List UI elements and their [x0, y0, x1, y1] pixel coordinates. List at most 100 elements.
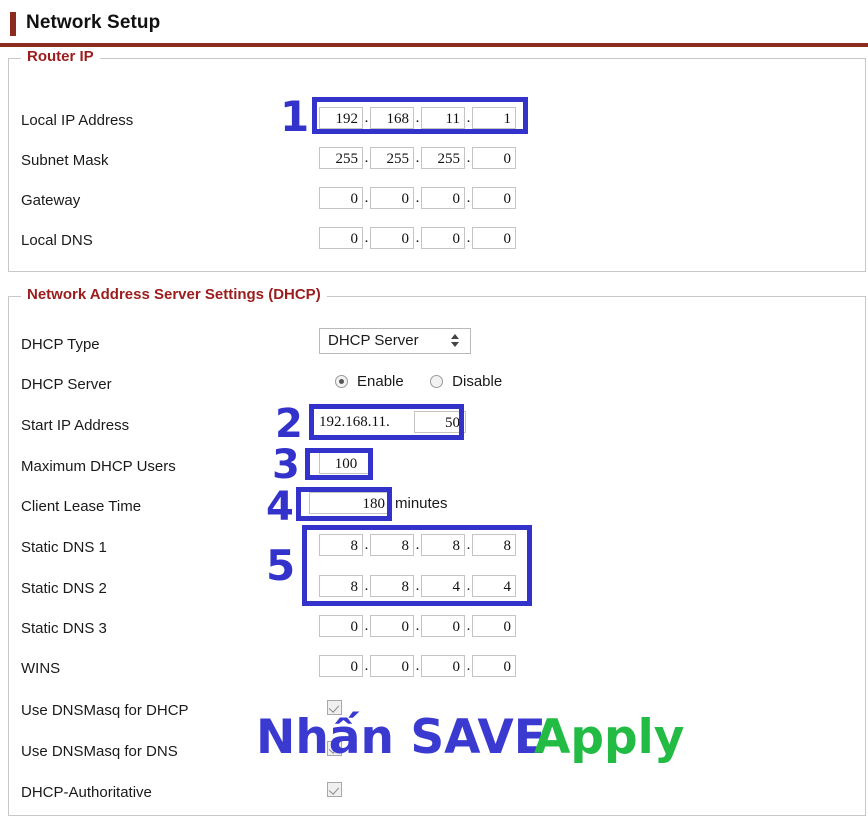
label-maximum-dhcp-users: Maximum DHCP Users: [21, 458, 176, 475]
label-client-lease-time: Client Lease Time: [21, 498, 142, 515]
page-title: Network Setup: [26, 12, 161, 33]
static-dns-1-input-group[interactable]: 8 . 8 . 8 . 8: [319, 534, 516, 556]
row-dhcp-type: DHCP Type DHCP Server: [9, 327, 865, 367]
select-stepper-icon: [451, 332, 460, 350]
label-static-dns-3: Static DNS 3: [21, 620, 107, 637]
static-dns-3-octet-2[interactable]: 0: [370, 615, 414, 637]
ip-separator-dot: .: [364, 618, 369, 634]
radio-enable-icon[interactable]: [335, 375, 348, 388]
ip-separator-dot: .: [466, 658, 471, 674]
local-dns-octet-4[interactable]: 0: [472, 227, 516, 249]
dhcp-server-disable-option[interactable]: Disable: [430, 373, 502, 390]
subnet-mask-octet-3[interactable]: 255: [421, 147, 465, 169]
ip-separator-dot: .: [364, 150, 369, 166]
row-start-ip-address: Start IP Address 192.168.11. 50: [9, 408, 865, 448]
label-start-ip-address: Start IP Address: [21, 417, 130, 434]
wins-input-group[interactable]: 0 . 0 . 0 . 0: [319, 655, 516, 677]
overlay-instruction-apply: Apply: [534, 710, 685, 765]
wins-octet-2[interactable]: 0: [370, 655, 414, 677]
start-ip-last-octet-input[interactable]: 50: [414, 411, 466, 433]
router-ip-legend: Router IP: [21, 48, 100, 65]
dhcp-type-select[interactable]: DHCP Server: [319, 328, 471, 354]
row-subnet-mask: Subnet Mask 255 . 255 . 255 . 0: [9, 143, 865, 183]
local-dns-octet-2[interactable]: 0: [370, 227, 414, 249]
ip-separator-dot: .: [364, 110, 369, 126]
row-client-lease-time: Client Lease Time 180 minutes: [9, 489, 865, 529]
ip-separator-dot: .: [466, 578, 471, 594]
label-subnet-mask: Subnet Mask: [21, 152, 109, 169]
static-dns-2-octet-2[interactable]: 8: [370, 575, 414, 597]
gateway-octet-4[interactable]: 0: [472, 187, 516, 209]
ip-separator-dot: .: [466, 537, 471, 553]
label-use-dnsmasq-for-dns: Use DNSMasq for DNS: [21, 743, 178, 760]
ip-separator-dot: .: [364, 190, 369, 206]
subnet-mask-octet-2[interactable]: 255: [370, 147, 414, 169]
ip-separator-dot: .: [415, 110, 420, 126]
static-dns-3-octet-1[interactable]: 0: [319, 615, 363, 637]
row-maximum-dhcp-users: Maximum DHCP Users 100: [9, 449, 865, 489]
wins-octet-1[interactable]: 0: [319, 655, 363, 677]
checkbox-dhcp-authoritative[interactable]: [327, 782, 342, 797]
local-ip-octet-4[interactable]: 1: [472, 107, 516, 129]
local-ip-octet-2[interactable]: 168: [370, 107, 414, 129]
title-accent-bar: [10, 12, 16, 36]
subnet-mask-input-group[interactable]: 255 . 255 . 255 . 0: [319, 147, 516, 169]
static-dns-1-octet-4[interactable]: 8: [472, 534, 516, 556]
page-header: Network Setup: [0, 0, 868, 47]
header-divider: [0, 43, 868, 47]
static-dns-3-input-group[interactable]: 0 . 0 . 0 . 0: [319, 615, 516, 637]
local-ip-address-input-group[interactable]: 192 . 168 . 11 . 1: [319, 107, 516, 129]
ip-separator-dot: .: [415, 230, 420, 246]
wins-octet-3[interactable]: 0: [421, 655, 465, 677]
ip-separator-dot: .: [415, 190, 420, 206]
dhcp-legend: Network Address Server Settings (DHCP): [21, 286, 327, 303]
label-use-dnsmasq-for-dhcp: Use DNSMasq for DHCP: [21, 702, 189, 719]
ip-separator-dot: .: [466, 110, 471, 126]
subnet-mask-octet-4[interactable]: 0: [472, 147, 516, 169]
subnet-mask-octet-1[interactable]: 255: [319, 147, 363, 169]
static-dns-3-octet-4[interactable]: 0: [472, 615, 516, 637]
gateway-octet-1[interactable]: 0: [319, 187, 363, 209]
client-lease-time-input[interactable]: 180: [309, 492, 391, 514]
static-dns-1-octet-3[interactable]: 8: [421, 534, 465, 556]
overlay-instruction-save: Nhấn SAVE: [256, 710, 546, 765]
ip-separator-dot: .: [415, 537, 420, 553]
ip-separator-dot: .: [364, 230, 369, 246]
label-local-ip-address: Local IP Address: [21, 112, 134, 129]
static-dns-2-input-group[interactable]: 8 . 8 . 4 . 4: [319, 575, 516, 597]
local-dns-input-group[interactable]: 0 . 0 . 0 . 0: [319, 227, 516, 249]
ip-separator-dot: .: [466, 618, 471, 634]
local-ip-octet-3[interactable]: 11: [421, 107, 465, 129]
radio-disable-icon[interactable]: [430, 375, 444, 388]
label-disable: Disable: [452, 373, 503, 390]
static-dns-3-octet-3[interactable]: 0: [421, 615, 465, 637]
static-dns-2-octet-1[interactable]: 8: [319, 575, 363, 597]
ip-separator-dot: .: [415, 578, 420, 594]
gateway-input-group[interactable]: 0 . 0 . 0 . 0: [319, 187, 516, 209]
ip-separator-dot: .: [466, 190, 471, 206]
static-dns-2-octet-4[interactable]: 4: [472, 575, 516, 597]
row-static-dns-2: Static DNS 2 8 . 8 . 4 . 4: [9, 571, 865, 611]
label-dhcp-server: DHCP Server: [21, 376, 112, 393]
ip-separator-dot: .: [466, 150, 471, 166]
wins-octet-4[interactable]: 0: [472, 655, 516, 677]
gateway-octet-3[interactable]: 0: [421, 187, 465, 209]
gateway-octet-2[interactable]: 0: [370, 187, 414, 209]
start-ip-prefix: 192.168.11.: [319, 414, 390, 430]
dhcp-server-enable-option[interactable]: Enable: [335, 373, 404, 390]
static-dns-1-octet-2[interactable]: 8: [370, 534, 414, 556]
ip-separator-dot: .: [415, 658, 420, 674]
label-gateway: Gateway: [21, 192, 81, 209]
ip-separator-dot: .: [364, 658, 369, 674]
row-gateway: Gateway 0 . 0 . 0 . 0: [9, 183, 865, 223]
dhcp-server-radio-group[interactable]: Enable Disable: [335, 373, 524, 393]
static-dns-1-octet-1[interactable]: 8: [319, 534, 363, 556]
label-dhcp-authoritative: DHCP-Authoritative: [21, 784, 152, 801]
local-dns-octet-1[interactable]: 0: [319, 227, 363, 249]
label-enable: Enable: [357, 373, 404, 390]
static-dns-2-octet-3[interactable]: 4: [421, 575, 465, 597]
router-ip-section: Router IP Local IP Address 192 . 168 . 1…: [8, 48, 866, 272]
local-ip-octet-1[interactable]: 192: [319, 107, 363, 129]
local-dns-octet-3[interactable]: 0: [421, 227, 465, 249]
maximum-dhcp-users-input[interactable]: 100: [319, 452, 373, 474]
